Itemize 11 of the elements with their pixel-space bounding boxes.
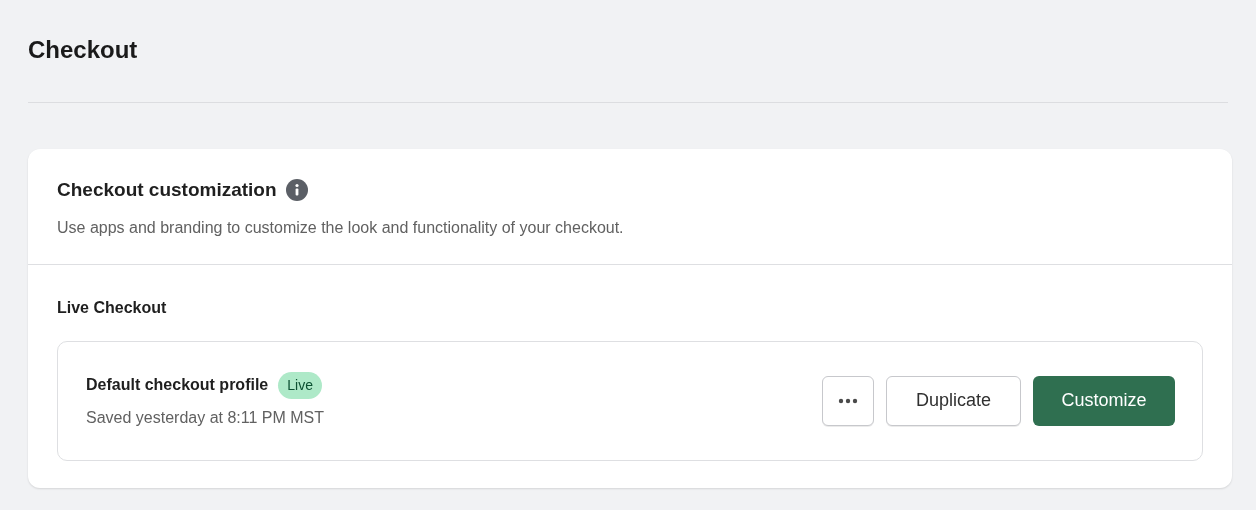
page-title: Checkout: [28, 34, 138, 65]
saved-time: Saved yesterday at 8:11 PM MST: [86, 407, 325, 428]
duplicate-button[interactable]: Duplicate: [886, 375, 1021, 426]
card-title: Checkout customization: [57, 178, 277, 202]
customize-button[interactable]: Customize: [1033, 375, 1175, 426]
info-icon[interactable]: [285, 179, 308, 202]
profile-name: Default checkout profile: [86, 375, 269, 395]
more-icon: [838, 397, 858, 404]
card-description: Use apps and branding to customize the look and functionality of your checkout.: [57, 217, 625, 238]
status-badge: Live: [278, 371, 322, 399]
section-title: Live Checkout: [57, 297, 168, 318]
